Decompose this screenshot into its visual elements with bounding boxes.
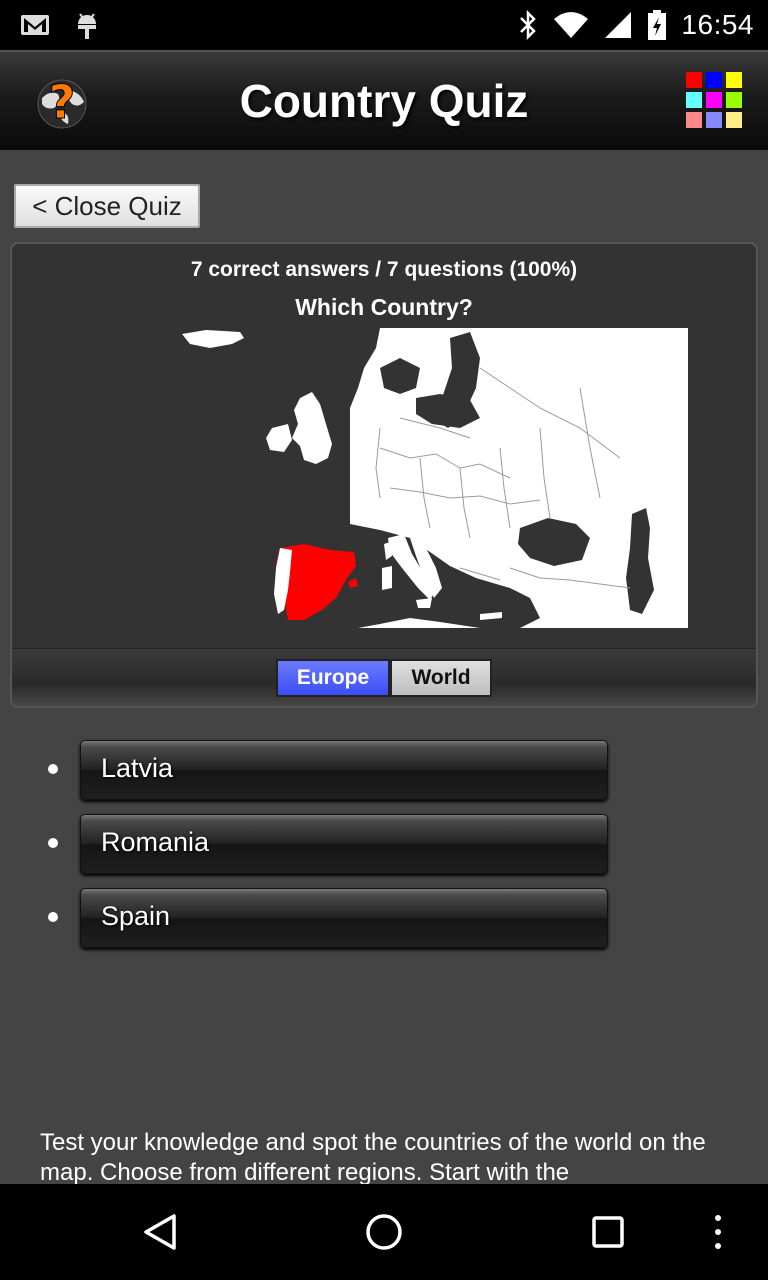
grid-square [726, 112, 742, 128]
question-text: Which Country? [295, 294, 473, 320]
close-quiz-button[interactable]: < Close Quiz [14, 184, 200, 228]
answer-label: Romania [101, 827, 210, 857]
bluetooth-icon [520, 10, 537, 40]
android-debug-icon [78, 13, 96, 39]
color-grid-icon[interactable] [686, 72, 746, 132]
list-item: Romania [40, 814, 640, 888]
tab-world[interactable]: World [390, 659, 492, 697]
overflow-menu-icon[interactable] [708, 1212, 728, 1252]
bullet-icon [48, 764, 58, 774]
tab-europe[interactable]: Europe [276, 659, 390, 697]
answer-button-spain[interactable]: Spain [80, 888, 608, 948]
status-bar: 16:54 [0, 0, 768, 50]
cell-signal-icon [605, 12, 632, 38]
bullet-icon [48, 838, 58, 848]
grid-square [726, 92, 742, 108]
gmail-icon [21, 15, 49, 35]
clock: 16:54 [681, 9, 754, 40]
grid-square [726, 72, 742, 88]
region-selector: Europe World [12, 648, 756, 706]
europe-map[interactable] [180, 328, 688, 630]
grid-square [706, 72, 722, 88]
back-icon[interactable] [140, 1212, 180, 1252]
app-bar: ? Country Quiz [0, 50, 768, 150]
list-item: Latvia [40, 740, 640, 814]
britain-shape [292, 392, 332, 464]
answer-button-romania[interactable]: Romania [80, 814, 608, 874]
iceland-shape [182, 330, 244, 348]
description-text: Test your knowledge and spot the countri… [40, 1129, 706, 1186]
list-item: Spain [40, 888, 640, 962]
answer-list: Latvia Romania Spain [40, 740, 640, 962]
answer-label: Spain [101, 901, 171, 931]
score-text: 7 correct answers / 7 questions (100%) [190, 258, 578, 281]
battery-charging-icon [648, 10, 667, 40]
grid-square [686, 112, 702, 128]
grid-square [686, 72, 702, 88]
grid-square [686, 92, 702, 108]
answer-button-latvia[interactable]: Latvia [80, 740, 608, 800]
app-title: Country Quiz [239, 75, 529, 127]
recents-icon[interactable] [588, 1212, 628, 1252]
grid-square [706, 92, 722, 108]
home-icon[interactable] [364, 1212, 404, 1252]
navigation-bar [0, 1184, 768, 1280]
ireland-shape [266, 424, 292, 452]
map-svg [182, 328, 688, 628]
bullet-icon [48, 912, 58, 922]
quiz-panel: 7 correct answers / 7 questions (100%) W… [10, 242, 758, 708]
wifi-icon [554, 12, 589, 38]
grid-square [706, 112, 722, 128]
answer-label: Latvia [101, 753, 174, 783]
